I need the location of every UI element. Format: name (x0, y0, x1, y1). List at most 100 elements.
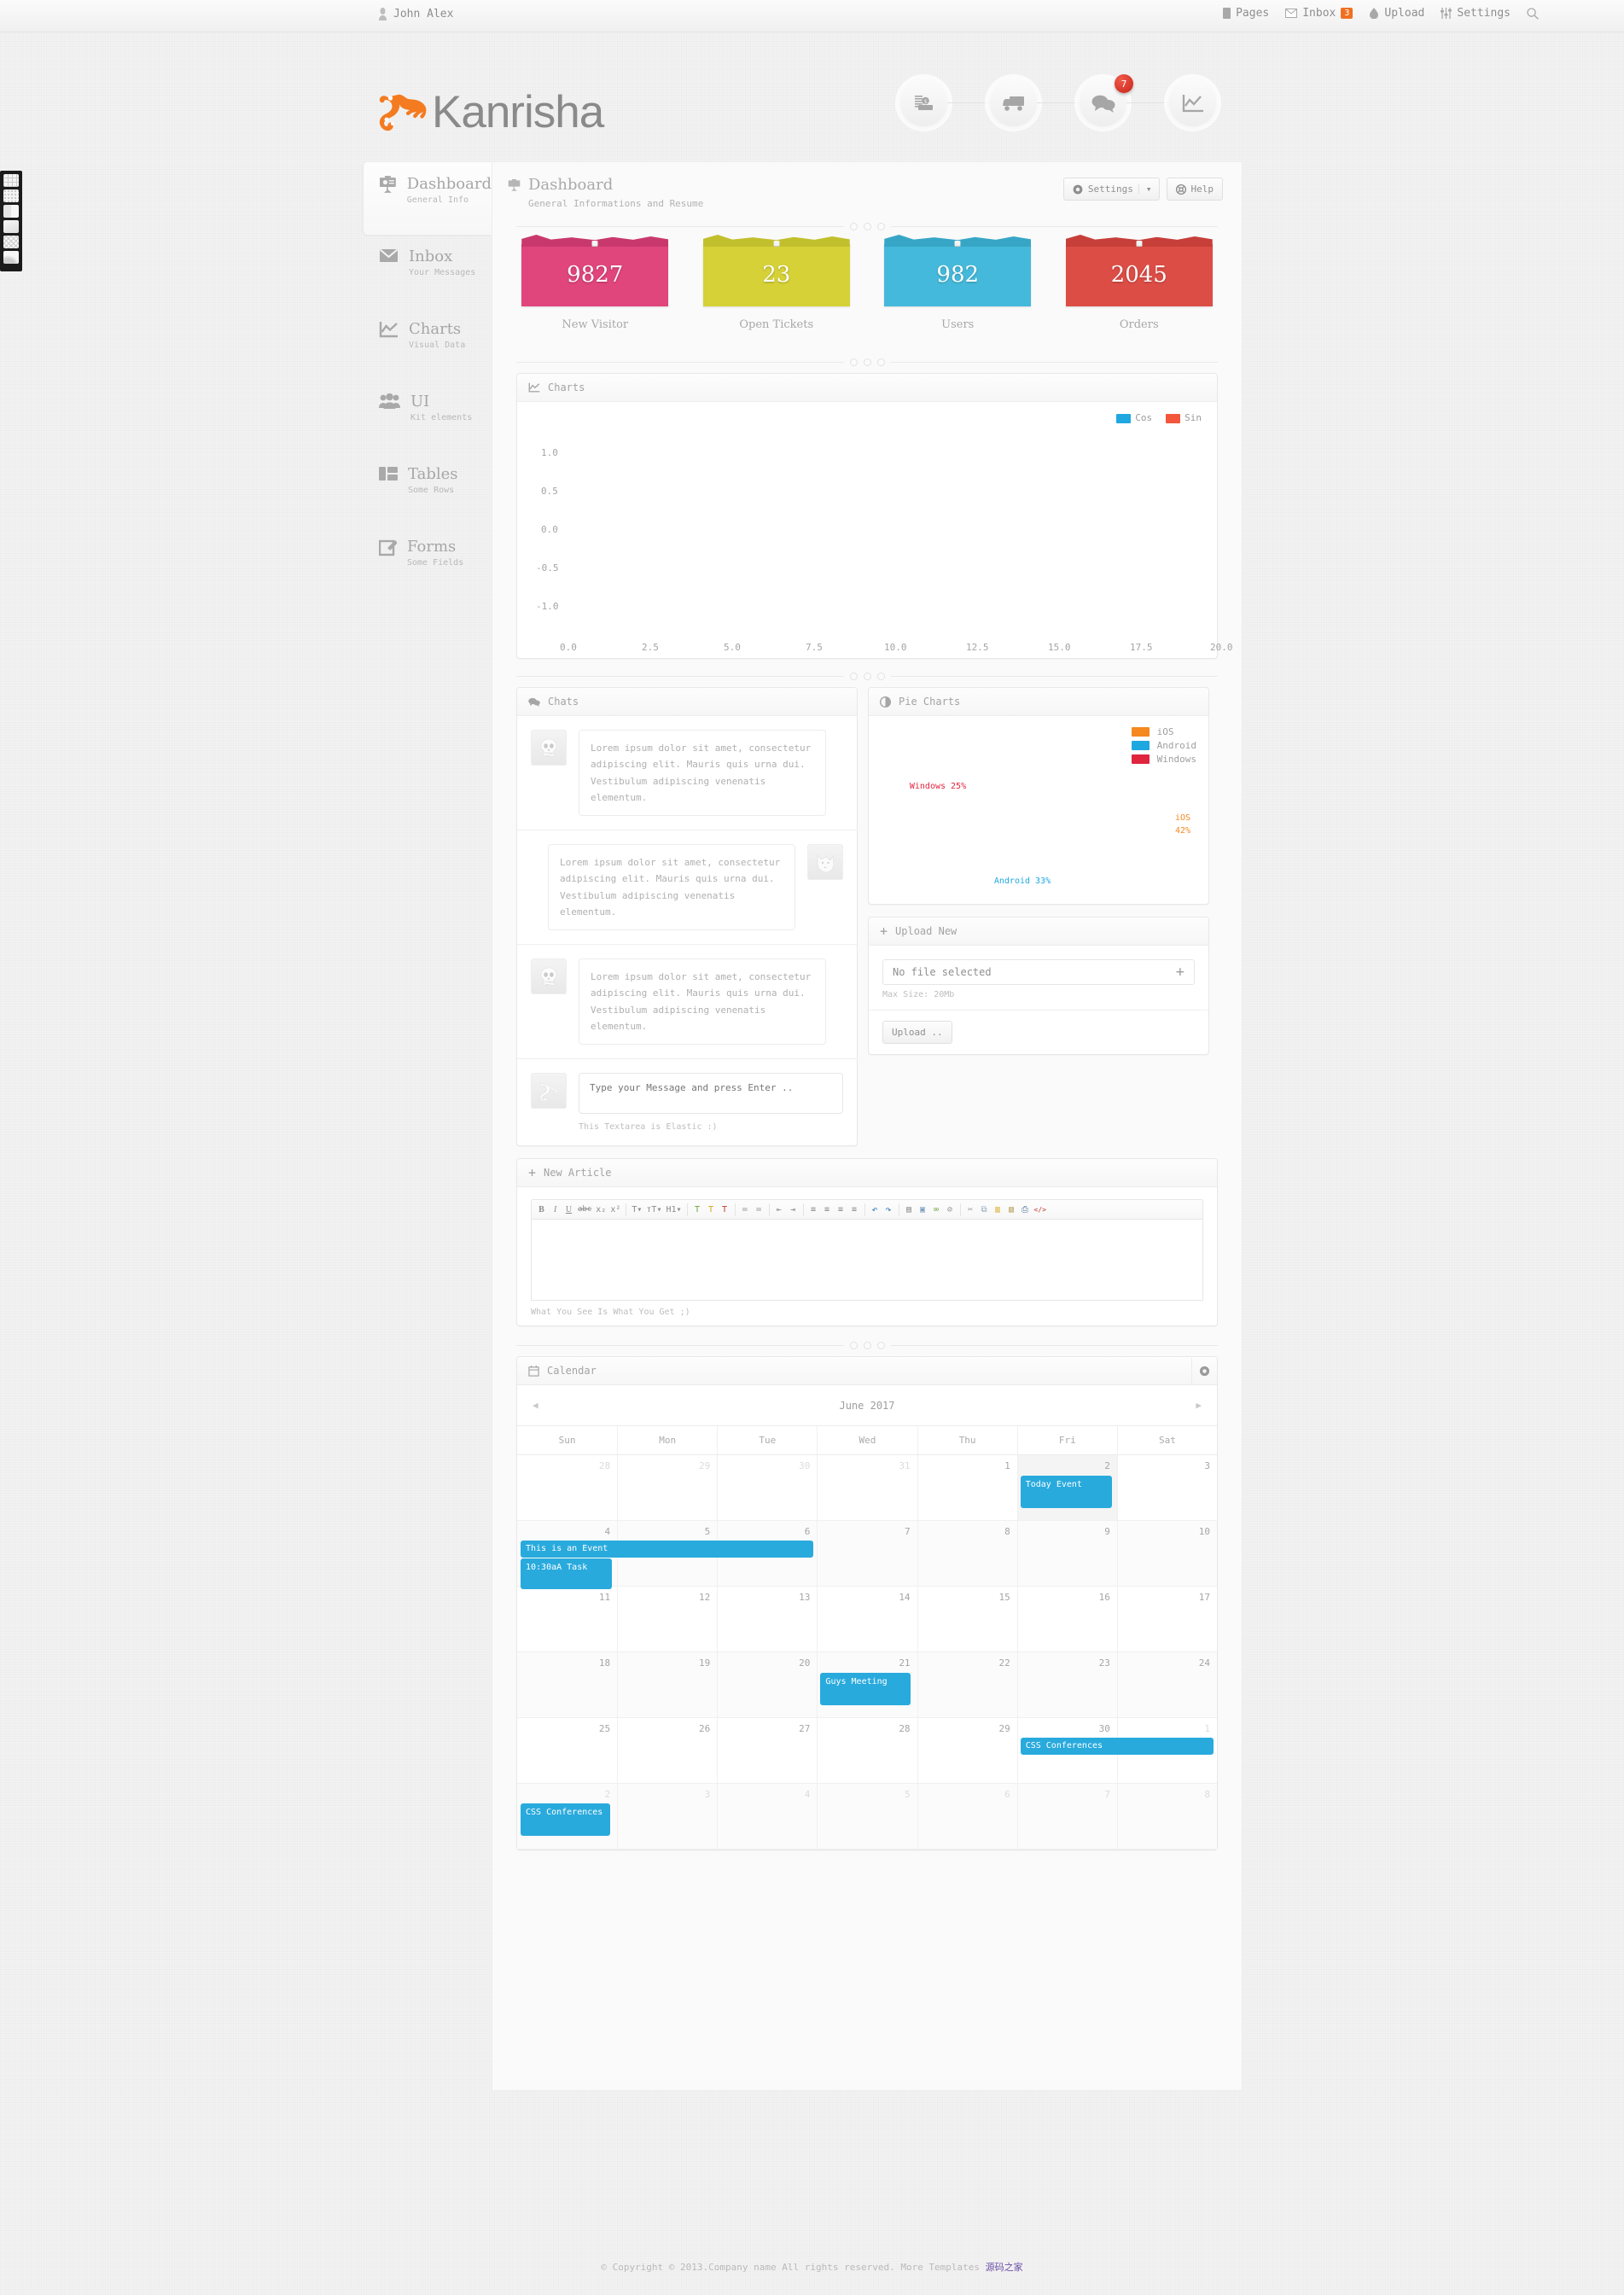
editor-toolbar[interactable]: B I U abc x₂ x² T▾ тT▾ H1▾ T T T ≔ ≕ ⇤ ⇥… (531, 1199, 1203, 1220)
calendar-cell[interactable]: 19 (617, 1652, 718, 1718)
calendar-cell[interactable]: 29 (617, 1455, 718, 1521)
calendar-event[interactable]: 10:30aA Task (521, 1558, 613, 1589)
calendar-cell[interactable]: 27 (717, 1718, 818, 1784)
sidebar-item-inbox[interactable]: Inbox Your Messages (364, 235, 492, 307)
calendar-event[interactable]: CSS Conferences (1020, 1738, 1214, 1755)
align-center-icon[interactable]: ≡ (821, 1201, 834, 1218)
topbar-search-button[interactable] (1527, 7, 1539, 20)
calendar-cell[interactable]: 17 (1116, 1587, 1217, 1652)
horizontal-rule-icon[interactable]: ▤ (903, 1201, 916, 1218)
calendar-cell[interactable]: 11 (517, 1587, 618, 1652)
calendar-cell[interactable]: 9 (1016, 1521, 1117, 1587)
font-smaller-icon[interactable]: тT▾ (644, 1201, 663, 1218)
highlight-color-icon[interactable]: T (705, 1201, 718, 1218)
topbar-item-inbox[interactable]: Inbox 3 (1285, 7, 1353, 20)
pattern-swatch-dots[interactable] (3, 189, 19, 202)
print-icon[interactable]: ⎙ (1019, 1201, 1032, 1218)
calendar-cell[interactable]: 6 (917, 1784, 1017, 1849)
calendar-cell[interactable]: 1 (917, 1455, 1017, 1521)
settings-dropdown-toggle[interactable]: ▾ (1138, 183, 1159, 195)
superscript-icon[interactable]: x² (608, 1201, 622, 1218)
sidebar-item-tables[interactable]: Tables Some Rows (364, 452, 492, 525)
topbar-item-settings[interactable]: Settings (1441, 7, 1510, 20)
calendar-cell[interactable]: 31 (817, 1455, 917, 1521)
calendar-event[interactable]: Guys Meeting (820, 1673, 911, 1705)
cut-icon[interactable]: ✂ (964, 1201, 977, 1218)
calendar-settings-button[interactable] (1191, 1357, 1217, 1384)
calendar-cell[interactable]: 26 (617, 1718, 718, 1784)
insert-link-icon[interactable]: ∞ (930, 1201, 943, 1218)
calendar-cell[interactable]: 4 (717, 1784, 818, 1849)
pie-chart[interactable]: iOS Android Windows Windows 25% iOS 42% … (869, 716, 1208, 904)
pattern-swatch-plain[interactable] (3, 220, 19, 233)
calendar-cell[interactable]: 16 (1016, 1587, 1117, 1652)
calendar-cell[interactable]: 5 (817, 1784, 917, 1849)
calendar-cell[interactable]: 28 (517, 1455, 618, 1521)
calendar-cell[interactable]: 12 (617, 1587, 718, 1652)
circle-nav-item-chat[interactable]: 7 (1080, 74, 1169, 126)
pattern-swatch-curve[interactable] (3, 251, 19, 264)
unlink-icon[interactable]: ⊘ (944, 1201, 957, 1218)
footer-link[interactable]: 源码之家 (986, 2262, 1023, 2273)
stat-card-open-tickets[interactable]: 23 Open Tickets (702, 235, 850, 331)
calendar-next-button[interactable]: ▶ (1196, 1400, 1202, 1411)
align-left-icon[interactable]: ≡ (807, 1201, 820, 1218)
sidebar-item-dashboard[interactable]: Dashboard General Info (364, 162, 492, 235)
calendar-cell[interactable]: 28 (817, 1718, 917, 1784)
calendar-cell[interactable]: 3 (1116, 1455, 1217, 1521)
calendar-event[interactable]: Today Event (1020, 1476, 1112, 1508)
calendar-prev-button[interactable]: ◀ (533, 1400, 538, 1411)
help-button[interactable]: Help (1166, 178, 1223, 201)
align-right-icon[interactable]: ≡ (835, 1201, 847, 1218)
bold-icon[interactable]: B (535, 1201, 548, 1218)
circle-nav-item-delivery[interactable] (990, 79, 1080, 126)
paste-icon[interactable]: ▥ (992, 1201, 1004, 1218)
italic-icon[interactable]: I (549, 1201, 562, 1218)
add-file-icon[interactable]: + (1176, 964, 1185, 980)
chat-message-input[interactable] (579, 1073, 843, 1114)
sidebar-item-ui[interactable]: UI Kit elements (364, 380, 492, 452)
user-menu[interactable]: John Alex (378, 8, 453, 20)
file-input[interactable]: No file selected + (882, 959, 1195, 985)
pattern-swatch-grid[interactable] (3, 174, 19, 187)
indent-icon[interactable]: ⇥ (787, 1201, 800, 1218)
copy-icon[interactable]: ⧉ (978, 1201, 991, 1218)
calendar-cell[interactable]: 13 (717, 1587, 818, 1652)
line-chart[interactable]: Cos Sin 1.0 0.5 0.0 -0.5 -1.0 0.0 2.5 5.… (517, 402, 1233, 658)
bullet-list-icon[interactable]: ≔ (739, 1201, 752, 1218)
undo-icon[interactable]: ↶ (869, 1201, 882, 1218)
calendar-cell[interactable]: 23 (1016, 1652, 1117, 1718)
underline-icon[interactable]: U (562, 1201, 575, 1218)
calendar-cell[interactable]: 18 (517, 1652, 618, 1718)
calendar-cell[interactable]: 10 (1116, 1521, 1217, 1587)
settings-button[interactable]: Settings ▾ (1062, 178, 1160, 201)
calendar-cell[interactable]: 7 (817, 1521, 917, 1587)
numbered-list-icon[interactable]: ≕ (753, 1201, 765, 1218)
calendar-cell[interactable]: 14 (817, 1587, 917, 1652)
brand-logo[interactable]: Kanrisha (375, 86, 604, 138)
calendar-cell[interactable]: 3 (617, 1784, 718, 1849)
upload-button[interactable]: Upload .. (882, 1021, 952, 1044)
subscript-icon[interactable]: x₂ (594, 1201, 608, 1218)
calendar-cell[interactable]: 8 (1116, 1784, 1217, 1849)
stat-card-orders[interactable]: 2045 Orders (1065, 235, 1213, 331)
align-justify-icon[interactable]: ≡ (848, 1201, 861, 1218)
remove-format-icon[interactable]: T (719, 1201, 731, 1218)
calendar-event[interactable]: CSS Conferences (521, 1803, 611, 1836)
calendar-cell[interactable]: 22 (917, 1652, 1017, 1718)
stat-card-new-visitor[interactable]: 9827 New Visitor (521, 235, 669, 331)
font-size-icon[interactable]: T▾ (630, 1201, 643, 1218)
calendar-cell[interactable]: 20 (717, 1652, 818, 1718)
calendar-cell[interactable]: 8 (917, 1521, 1017, 1587)
source-code-icon[interactable]: </> (1033, 1201, 1048, 1218)
insert-image-icon[interactable]: ▣ (917, 1201, 929, 1218)
circle-nav-item-charts[interactable] (1169, 79, 1216, 126)
sidebar-item-forms[interactable]: Forms Some Fields (364, 525, 492, 597)
redo-icon[interactable]: ↷ (882, 1201, 895, 1218)
theme-pattern-switcher[interactable] (0, 171, 22, 271)
calendar-cell[interactable]: 7 (1016, 1784, 1117, 1849)
calendar-cell[interactable]: 15 (917, 1587, 1017, 1652)
calendar-event[interactable]: This is an Event (521, 1541, 814, 1558)
text-color-icon[interactable]: T (691, 1201, 704, 1218)
paste-text-icon[interactable]: ▧ (1005, 1201, 1018, 1218)
